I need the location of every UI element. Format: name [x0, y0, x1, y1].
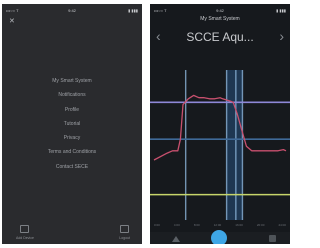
bottom-tab-bar [150, 230, 290, 244]
menu-item-profile[interactable]: Profile [65, 103, 79, 117]
side-menu: My Smart System Notifications Profile Tu… [2, 74, 142, 174]
add-button[interactable] [211, 230, 227, 244]
status-bar: •••○○ T 9:42 ▮ ▮▮▮ [6, 6, 138, 14]
close-icon[interactable]: ✕ [9, 17, 15, 25]
x-tick-label: 16:00 [235, 223, 243, 227]
graph-icon[interactable] [172, 236, 180, 242]
status-time: 9:42 [68, 7, 76, 13]
menu-item-privacy[interactable]: Privacy [64, 131, 80, 145]
sensor-navigator: ‹ SCCE Aqu... › [150, 26, 290, 48]
x-tick-label: 0:00 [154, 223, 160, 227]
menu-item-terms[interactable]: Terms and Conditions [48, 145, 96, 159]
menu-item-contact[interactable]: Contact SECE [56, 160, 88, 174]
logout-label: Logout [119, 236, 130, 240]
chevron-right-icon[interactable]: › [279, 28, 284, 44]
status-time: 9:42 [216, 7, 224, 13]
x-tick-label: 4:00 [173, 223, 180, 227]
status-bar: •••○○ T 9:42 ▮ ▮▮▮ [154, 6, 286, 14]
battery-indicator: ▮ ▮▮▮ [276, 7, 286, 13]
x-axis: 0:00 4:00 8:00 12:00 16:00 20:00 24:00 [154, 223, 286, 227]
screen-title: My Smart System [200, 16, 240, 22]
x-tick-label: 12:00 [213, 223, 222, 227]
graph-screen: •••○○ T 9:42 ▮ ▮▮▮ My Smart System ‹ SCC… [150, 4, 290, 244]
highlight-band [226, 70, 243, 220]
x-tick-label: 24:00 [278, 223, 286, 227]
battery-indicator: ▮ ▮▮▮ [128, 7, 138, 13]
sensor-name: SCCE Aqu... [186, 30, 254, 44]
sensor-chart [150, 70, 290, 220]
settings-icon[interactable] [269, 235, 276, 242]
menu-item-my-smart-system[interactable]: My Smart System [52, 74, 91, 88]
logout-button[interactable]: Logout [119, 225, 130, 240]
menu-item-notifications[interactable]: Notifications [58, 88, 85, 102]
add-device-button[interactable]: Add Device [16, 225, 34, 240]
menu-item-tutorial[interactable]: Tutorial [64, 117, 81, 131]
device-icon [20, 225, 30, 233]
x-tick-label: 8:00 [193, 223, 200, 227]
add-device-label: Add Device [16, 236, 34, 240]
signal-indicator: •••○○ T [154, 7, 167, 13]
signal-indicator: •••○○ T [6, 7, 19, 13]
series-line-0 [153, 94, 287, 161]
chart-svg [150, 70, 290, 220]
logout-icon [120, 225, 130, 233]
menu-screen: •••○○ T 9:42 ▮ ▮▮▮ ✕ My Smart System Not… [2, 4, 142, 244]
x-tick-label: 20:00 [256, 223, 265, 227]
